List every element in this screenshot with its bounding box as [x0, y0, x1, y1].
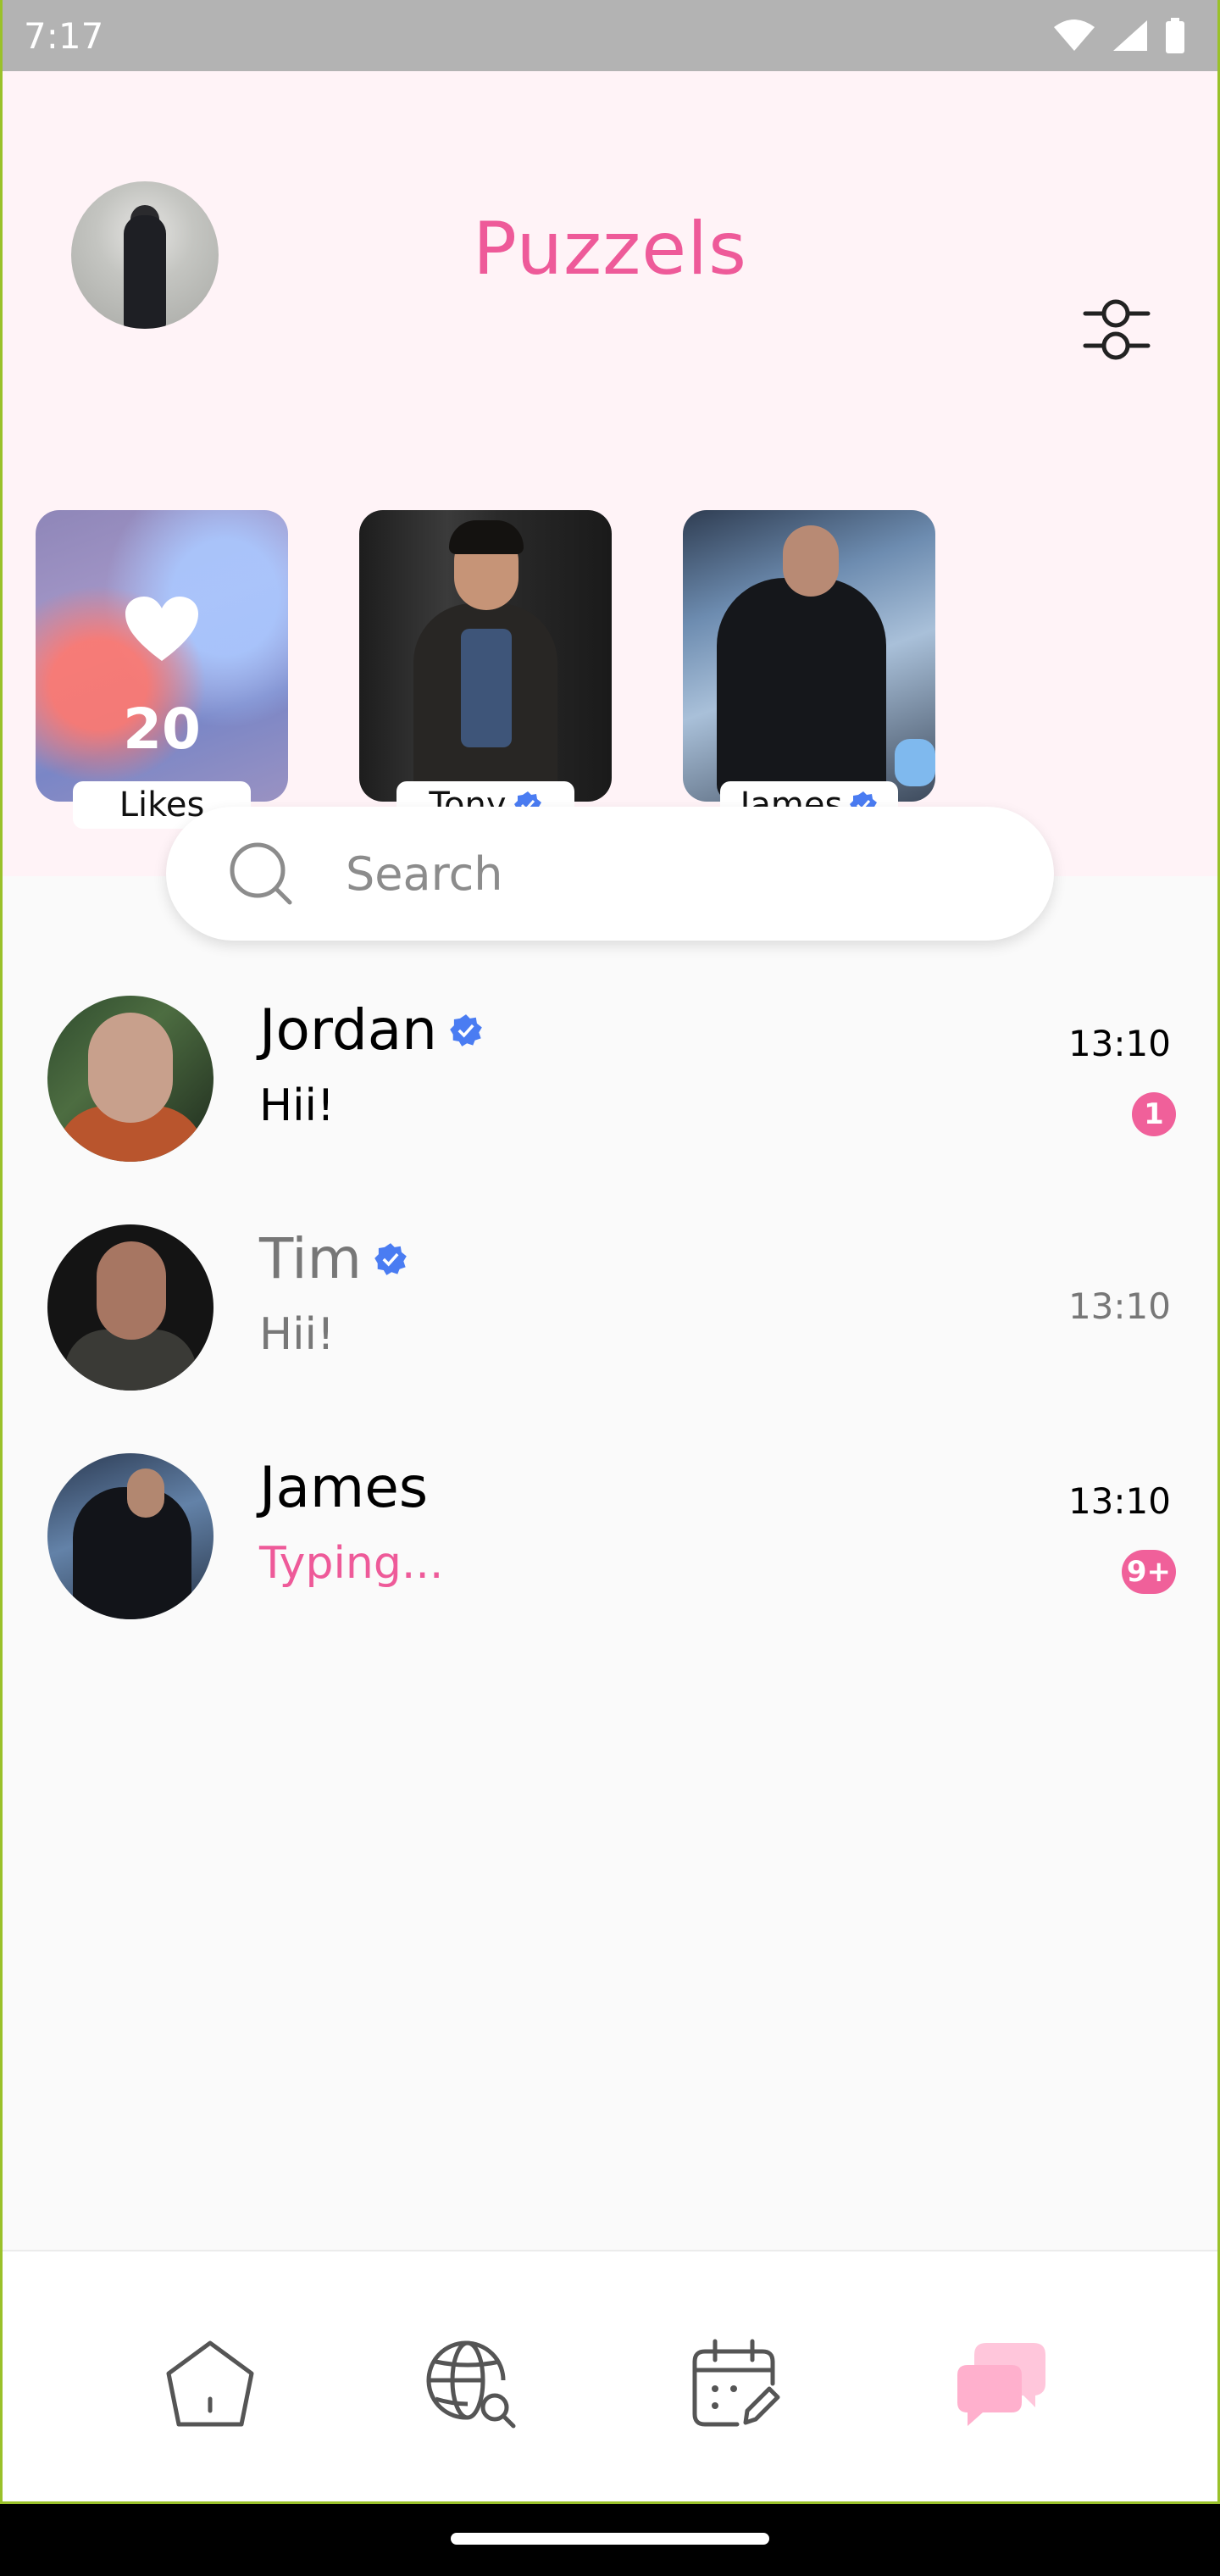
stories-row: 20 Likes Tony James: [0, 510, 1220, 832]
unread-badge: 9+: [1121, 1550, 1176, 1594]
chat-item-tim[interactable]: Tim Hii! 13:10: [0, 1216, 1220, 1411]
nav-chats[interactable]: [951, 2333, 1052, 2434]
home-gesture-bar[interactable]: [451, 2533, 769, 2545]
system-navigation-bar: [0, 2504, 1220, 2576]
filter-button[interactable]: [1074, 286, 1159, 371]
avatar: [47, 1224, 214, 1391]
chat-name: James: [259, 1455, 429, 1520]
battery-icon: [1166, 18, 1184, 53]
nav-calendar[interactable]: [685, 2333, 786, 2434]
calendar-edit-icon: [692, 2339, 780, 2427]
story-james[interactable]: [683, 510, 935, 802]
chat-last-message: Hii!: [259, 1080, 335, 1131]
wifi-icon: [1054, 19, 1095, 51]
chat-item-jordan[interactable]: Jordan Hii! 13:10 1: [0, 987, 1220, 1182]
status-bar: 7:17: [0, 0, 1220, 71]
chat-item-james[interactable]: James Typing... 13:10 9+: [0, 1445, 1220, 1640]
status-time: 7:17: [24, 14, 104, 57]
chat-name: Jordan: [259, 997, 437, 1063]
chat-bubbles-icon: [957, 2343, 1045, 2426]
story-tony[interactable]: [359, 510, 612, 802]
chat-time: 13:10: [1068, 1285, 1171, 1327]
nav-explore[interactable]: [420, 2333, 522, 2434]
sliders-icon: [1083, 299, 1151, 360]
home-icon: [166, 2340, 254, 2427]
search-bar[interactable]: [166, 807, 1054, 941]
signal-icon: [1113, 20, 1147, 51]
header-section: Puzzels 20 Likes Tony James: [0, 71, 1220, 876]
verified-badge-icon: [374, 1242, 407, 1275]
app-title: Puzzels: [473, 207, 747, 291]
likes-overlay: 20: [36, 510, 288, 802]
status-icons: [1052, 18, 1186, 53]
chat-name: Tim: [259, 1226, 362, 1291]
heart-icon: [125, 597, 198, 661]
chat-name-row: Jordan: [259, 997, 483, 1063]
likes-count: 20: [123, 697, 201, 762]
chat-time: 13:10: [1068, 1480, 1171, 1522]
unread-badge: 1: [1132, 1092, 1176, 1136]
chat-name-row: James: [259, 1455, 428, 1520]
search-icon: [230, 842, 292, 905]
verified-badge-icon: [450, 1013, 482, 1046]
chat-last-message: Typing...: [259, 1538, 444, 1589]
bottom-navigation: [0, 2250, 1220, 2504]
search-input[interactable]: [346, 847, 1006, 901]
nav-home[interactable]: [159, 2333, 261, 2434]
avatar: [47, 1453, 214, 1619]
chat-name-row: Tim: [259, 1226, 408, 1291]
globe-search-icon: [426, 2340, 516, 2429]
story-label-text: Likes: [119, 786, 205, 824]
avatar: [47, 996, 214, 1162]
chat-time: 13:10: [1068, 1023, 1171, 1064]
chat-last-message: Hii!: [259, 1309, 335, 1360]
